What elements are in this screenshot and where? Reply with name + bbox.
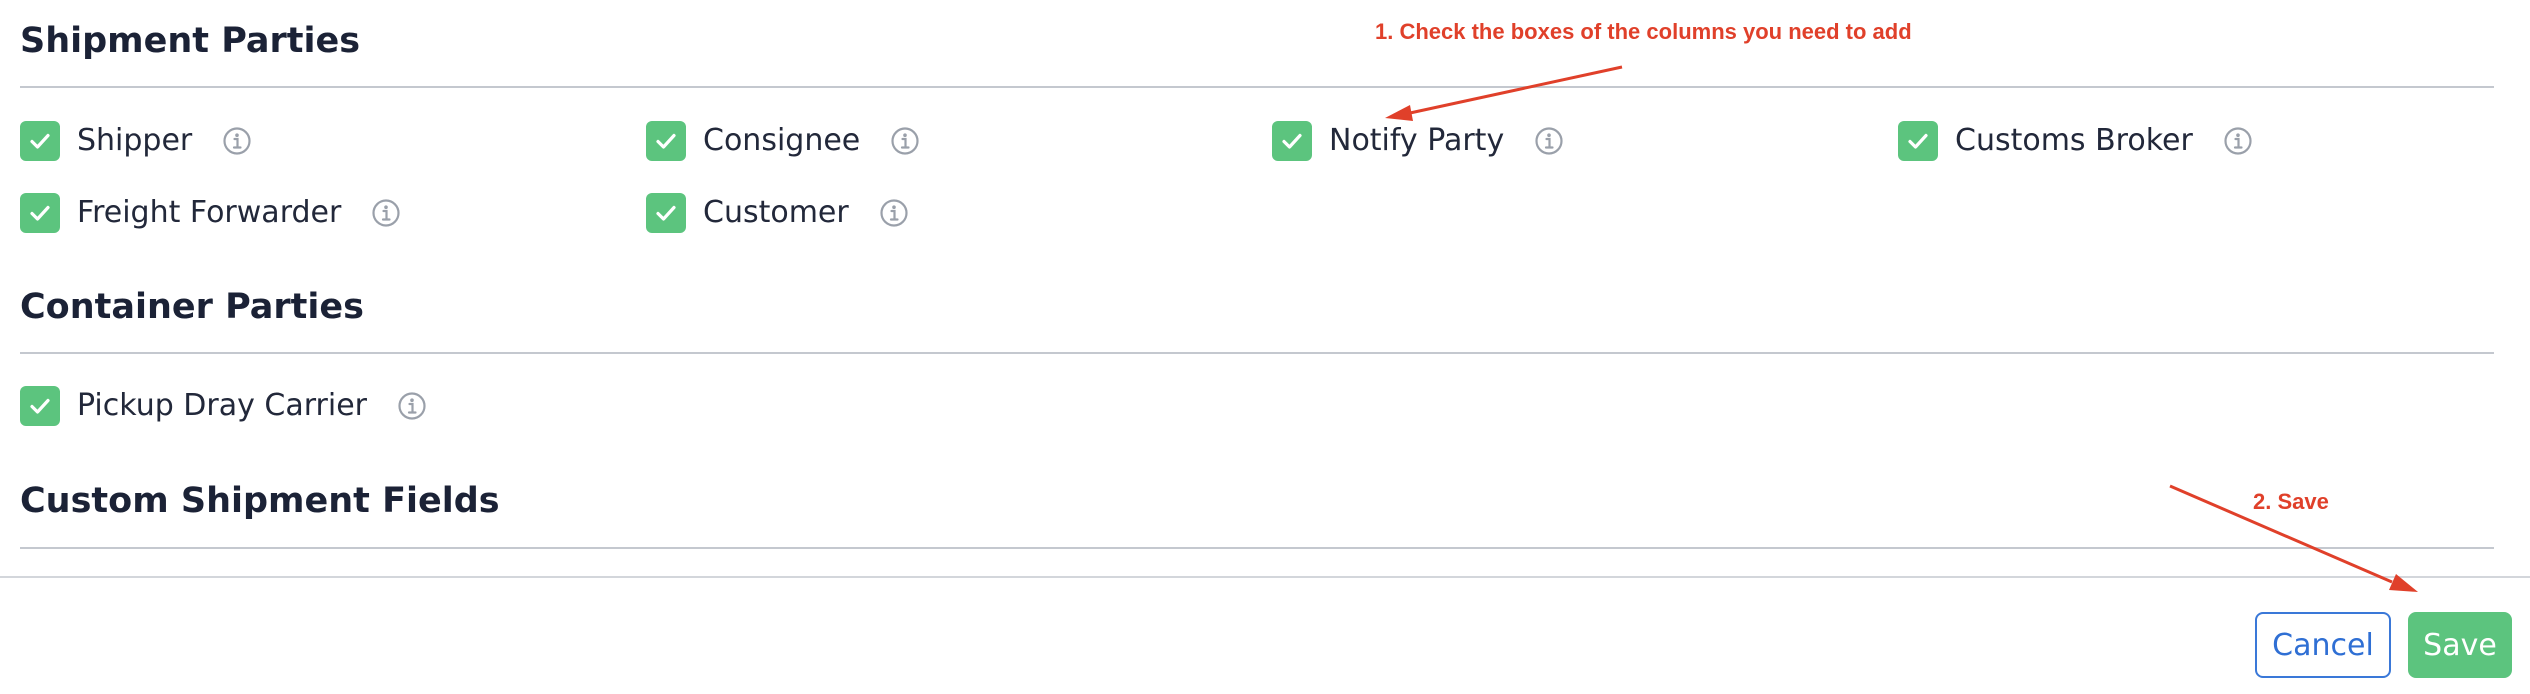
annotation-arrows [1385,65,2418,592]
annotation-arrow-1 [1385,65,1623,121]
annotation-arrow-2 [2169,484,2418,592]
column-settings-panel: Shipment Parties Shipper Consignee Notif… [0,0,2530,694]
